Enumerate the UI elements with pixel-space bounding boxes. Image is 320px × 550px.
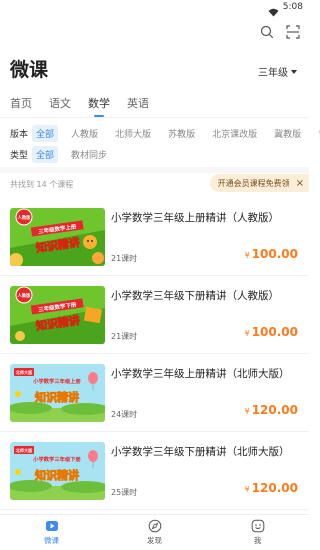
filter-version-renjiao[interactable]: 人教版	[67, 125, 102, 142]
course-lessons: 25课时	[111, 488, 138, 497]
course-lessons: 24课时	[111, 410, 138, 419]
price-currency: ¥	[244, 485, 250, 494]
section-separator	[0, 167, 309, 173]
filter-type: 类型 全部 教材同步	[10, 146, 120, 163]
filter-version-all[interactable]: 全部	[32, 125, 59, 142]
course-item[interactable]: 人教版 三年级数学上册 知识精讲 小学数学三年级上册精讲（人教版） 21课时 ¥…	[0, 198, 309, 276]
price-currency: ¥	[244, 407, 250, 416]
course-lessons: 21课时	[111, 254, 138, 263]
price-value: 120.00	[251, 403, 298, 417]
course-price: ¥ 100.00	[245, 247, 298, 261]
price-value: 100.00	[251, 325, 298, 339]
wifi-icon	[268, 2, 279, 21]
caret-down-icon	[291, 69, 297, 74]
result-count: 共找到 14 个课程	[10, 180, 74, 189]
course-price: ¥ 120.00	[245, 403, 298, 417]
filter-version-qing[interactable]: 青	[314, 125, 320, 142]
divider	[0, 117, 309, 118]
divider	[0, 509, 309, 510]
close-icon[interactable]: ×	[296, 178, 304, 189]
tab-english[interactable]: 英语	[127, 95, 149, 117]
filter-version: 版本 全部 人教版 北师大版 苏教版 北京课改版 冀教版 青	[10, 125, 320, 142]
filter-type-all[interactable]: 全部	[32, 146, 59, 163]
course-thumbnail: 人教版 三年级数学下册 知识精讲	[10, 286, 105, 344]
tab-home[interactable]: 首页	[10, 95, 32, 117]
course-price: ¥ 120.00	[245, 481, 298, 495]
status-time: 5:08	[282, 2, 303, 12]
course-thumbnail: 北师大版 小学数学三年级上册 知识精讲	[10, 364, 105, 422]
nav-label: 发现	[147, 536, 162, 545]
thumb-banner: 小学数学三年级上册	[32, 377, 81, 385]
course-price: ¥ 100.00	[245, 325, 298, 339]
filter-version-sujiao[interactable]: 苏教版	[164, 125, 199, 142]
thumb-badge: 人教版	[17, 214, 32, 221]
nav-me[interactable]: 我	[206, 515, 309, 550]
price-value: 100.00	[251, 247, 298, 261]
filter-version-beijing[interactable]: 北京课改版	[208, 125, 261, 142]
bottom-nav: 微课 发现 我	[0, 514, 309, 550]
filter-type-label: 类型	[10, 151, 29, 161]
scan-icon[interactable]	[285, 24, 301, 40]
nav-label: 微课	[44, 536, 59, 545]
filter-version-beishida[interactable]: 北师大版	[111, 125, 155, 142]
filter-version-label: 版本	[10, 130, 29, 140]
nav-label: 我	[253, 536, 262, 545]
nav-discover[interactable]: 发现	[103, 515, 206, 550]
filter-type-sync[interactable]: 教材同步	[67, 146, 111, 163]
thumb-badge: 北师大版	[16, 369, 34, 376]
course-item[interactable]: 北师大版 小学数学三年级下册 知识精讲 小学数学三年级下册精讲（北师大版） 25…	[0, 432, 309, 510]
top-actions	[259, 24, 301, 40]
tab-math[interactable]: 数学	[88, 95, 110, 117]
course-title: 小学数学三年级下册精讲（人教版）	[111, 290, 279, 302]
course-thumbnail: 北师大版 小学数学三年级下册 知识精讲	[10, 442, 105, 500]
course-lessons: 21课时	[111, 332, 138, 341]
video-icon	[45, 519, 59, 533]
course-list: 人教版 三年级数学上册 知识精讲 小学数学三年级上册精讲（人教版） 21课时 ¥…	[0, 198, 309, 510]
tab-chinese[interactable]: 语文	[49, 95, 71, 117]
status-bar: 5:08	[0, 0, 309, 17]
thumb-main: 知识精讲	[34, 468, 79, 482]
grade-label: 三年级	[258, 68, 288, 79]
price-currency: ¥	[244, 329, 250, 338]
course-title: 小学数学三年级上册精讲（北师大版）	[111, 368, 290, 380]
compass-icon	[148, 519, 162, 533]
course-title: 小学数学三年级上册精讲（人教版）	[111, 212, 279, 224]
smiley-icon	[251, 519, 265, 533]
thumb-banner: 小学数学三年级下册	[32, 455, 81, 463]
filter-version-jijiao[interactable]: 冀教版	[270, 125, 305, 142]
nav-microlesson[interactable]: 微课	[0, 515, 103, 550]
subject-tabs: 首页 语文 数学 英语	[10, 95, 166, 117]
course-item[interactable]: 人教版 三年级数学下册 知识精讲 小学数学三年级下册精讲（人教版） 21课时 ¥…	[0, 276, 309, 354]
price-value: 120.00	[251, 481, 298, 495]
membership-promo-banner[interactable]: 开通会员课程免费领 ×	[209, 174, 309, 192]
page-title: 微课	[10, 59, 49, 81]
course-item[interactable]: 北师大版 小学数学三年级上册 知识精讲 小学数学三年级上册精讲（北师大版） 24…	[0, 354, 309, 432]
promo-text: 开通会员课程免费领	[217, 178, 290, 188]
price-currency: ¥	[244, 251, 250, 260]
thumb-main: 知识精讲	[34, 390, 79, 404]
search-icon[interactable]	[259, 24, 275, 40]
grade-selector[interactable]: 三年级	[258, 64, 297, 79]
thumb-badge: 人教版	[17, 292, 32, 299]
course-thumbnail: 人教版 三年级数学上册 知识精讲	[10, 208, 105, 266]
thumb-badge: 北师大版	[16, 447, 34, 454]
course-title: 小学数学三年级下册精讲（北师大版）	[111, 446, 290, 458]
